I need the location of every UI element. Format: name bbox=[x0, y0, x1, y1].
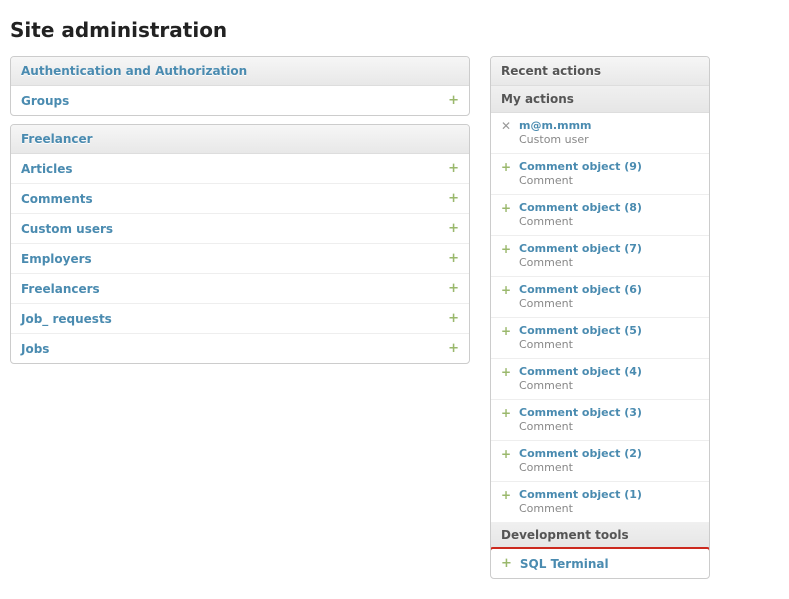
delete-icon: ✕ bbox=[501, 119, 511, 133]
action-body: Comment object (7)Comment bbox=[519, 242, 699, 270]
action-title-link[interactable]: Comment object (6) bbox=[519, 283, 699, 297]
action-type-label: Custom user bbox=[519, 133, 699, 147]
action-item: + Comment object (9)Comment bbox=[491, 154, 709, 195]
action-type-label: Comment bbox=[519, 256, 699, 270]
model-row-custom-users: Custom users + bbox=[11, 214, 469, 244]
add-icon: + bbox=[501, 201, 511, 215]
model-link[interactable]: Employers bbox=[21, 252, 92, 266]
action-title-link[interactable]: Comment object (1) bbox=[519, 488, 699, 502]
add-icon: + bbox=[501, 242, 511, 256]
page-title: Site administration bbox=[10, 18, 779, 42]
action-title-link[interactable]: Comment object (4) bbox=[519, 365, 699, 379]
action-type-label: Comment bbox=[519, 502, 699, 516]
action-title-link[interactable]: Comment object (2) bbox=[519, 447, 699, 461]
add-icon[interactable]: + bbox=[448, 191, 459, 206]
model-link[interactable]: Job_ requests bbox=[21, 312, 112, 326]
sql-terminal-link[interactable]: SQL Terminal bbox=[520, 557, 609, 571]
action-type-label: Comment bbox=[519, 461, 699, 475]
action-type-label: Comment bbox=[519, 297, 699, 311]
action-item: + Comment object (2)Comment bbox=[491, 441, 709, 482]
action-type-label: Comment bbox=[519, 215, 699, 229]
action-type-label: Comment bbox=[519, 174, 699, 188]
dev-tools-header: Development tools bbox=[491, 522, 709, 549]
recent-actions-header: Recent actions bbox=[491, 57, 709, 86]
action-title-link[interactable]: Comment object (9) bbox=[519, 160, 699, 174]
action-type-label: Comment bbox=[519, 338, 699, 352]
model-link[interactable]: Jobs bbox=[21, 342, 49, 356]
add-icon[interactable]: + bbox=[448, 221, 459, 236]
right-column: Recent actions My actions ✕ m@m.mmmCustom… bbox=[490, 56, 710, 587]
action-body: m@m.mmmCustom user bbox=[519, 119, 699, 147]
add-icon[interactable]: + bbox=[448, 161, 459, 176]
action-body: Comment object (8)Comment bbox=[519, 201, 699, 229]
model-row-jobs: Jobs + bbox=[11, 334, 469, 363]
model-row-freelancers: Freelancers + bbox=[11, 274, 469, 304]
action-item: + Comment object (1)Comment bbox=[491, 482, 709, 522]
add-icon[interactable]: + bbox=[448, 281, 459, 296]
my-actions-header: My actions bbox=[491, 86, 709, 113]
model-row-employers: Employers + bbox=[11, 244, 469, 274]
action-body: Comment object (4)Comment bbox=[519, 365, 699, 393]
action-title-link[interactable]: Comment object (5) bbox=[519, 324, 699, 338]
add-icon: + bbox=[501, 406, 511, 420]
add-icon: + bbox=[501, 447, 511, 461]
model-row-groups: Groups + bbox=[11, 86, 469, 115]
add-icon: + bbox=[501, 365, 511, 379]
recent-actions-module: Recent actions My actions ✕ m@m.mmmCustom… bbox=[490, 56, 710, 579]
action-body: Comment object (9)Comment bbox=[519, 160, 699, 188]
action-item: + Comment object (7)Comment bbox=[491, 236, 709, 277]
action-title-link[interactable]: Comment object (3) bbox=[519, 406, 699, 420]
add-icon: + bbox=[501, 556, 512, 571]
action-title-link[interactable]: Comment object (7) bbox=[519, 242, 699, 256]
module-freelancer: FreelancerArticles+Comments+Custom users… bbox=[10, 124, 470, 364]
add-icon: + bbox=[501, 283, 511, 297]
action-type-label: Comment bbox=[519, 379, 699, 393]
action-body: Comment object (5)Comment bbox=[519, 324, 699, 352]
add-icon[interactable]: + bbox=[448, 251, 459, 266]
model-link[interactable]: Freelancers bbox=[21, 282, 100, 296]
module-header: Authentication and Authorization bbox=[11, 57, 469, 86]
model-row-comments: Comments + bbox=[11, 184, 469, 214]
model-link[interactable]: Custom users bbox=[21, 222, 113, 236]
module-header: Freelancer bbox=[11, 125, 469, 154]
action-title-link[interactable]: Comment object (8) bbox=[519, 201, 699, 215]
model-link[interactable]: Articles bbox=[21, 162, 73, 176]
model-link[interactable]: Groups bbox=[21, 94, 69, 108]
module-authentication-and-authorization: Authentication and Authorization Groups + bbox=[10, 56, 470, 116]
model-link[interactable]: Comments bbox=[21, 192, 93, 206]
action-item: + Comment object (8)Comment bbox=[491, 195, 709, 236]
action-body: Comment object (2)Comment bbox=[519, 447, 699, 475]
action-item: + Comment object (5)Comment bbox=[491, 318, 709, 359]
add-icon: + bbox=[501, 160, 511, 174]
action-body: Comment object (6)Comment bbox=[519, 283, 699, 311]
add-icon[interactable]: + bbox=[448, 93, 459, 108]
add-icon: + bbox=[501, 324, 511, 338]
model-row-articles: Articles + bbox=[11, 154, 469, 184]
action-body: Comment object (3)Comment bbox=[519, 406, 699, 434]
action-type-label: Comment bbox=[519, 420, 699, 434]
add-icon[interactable]: + bbox=[448, 311, 459, 326]
action-title-link[interactable]: m@m.mmm bbox=[519, 119, 699, 133]
dev-tool-highlight: + SQL Terminal bbox=[490, 547, 710, 579]
left-column: Authentication and AuthorizationGroups+F… bbox=[10, 56, 470, 372]
action-item: ✕ m@m.mmmCustom user bbox=[491, 113, 709, 154]
add-icon: + bbox=[501, 488, 511, 502]
action-item: + Comment object (4)Comment bbox=[491, 359, 709, 400]
model-row-job-requests: Job_ requests + bbox=[11, 304, 469, 334]
action-item: + Comment object (3)Comment bbox=[491, 400, 709, 441]
add-icon[interactable]: + bbox=[448, 341, 459, 356]
action-item: + Comment object (6)Comment bbox=[491, 277, 709, 318]
action-body: Comment object (1)Comment bbox=[519, 488, 699, 516]
dev-tool-row: + SQL Terminal bbox=[491, 549, 709, 578]
